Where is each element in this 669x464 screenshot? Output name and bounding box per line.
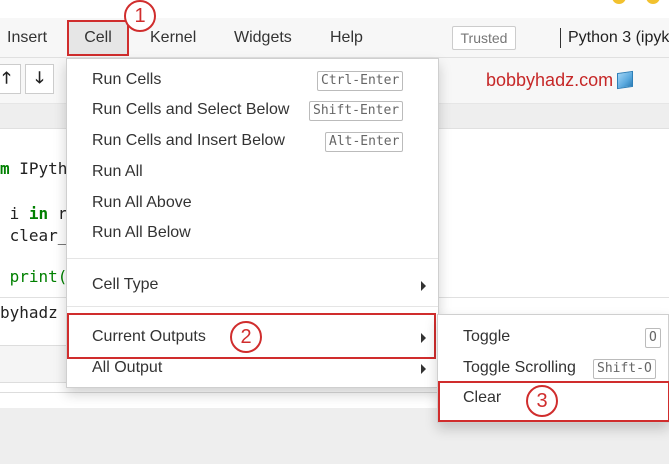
menu-bar: Insert Cell Kernel Widgets Help Trusted … — [0, 18, 669, 58]
code-line: m IPyth — [0, 159, 68, 178]
shortcut-label: Shift-O — [593, 359, 656, 379]
menu-divider — [67, 258, 438, 259]
menu-item-cell-type[interactable]: Cell Type — [92, 276, 158, 294]
menu-item-all-output[interactable]: All Output — [92, 359, 162, 377]
menu-cell[interactable]: Cell — [67, 20, 129, 56]
kernel-indicator[interactable]: Python 3 (ipyk — [568, 18, 669, 58]
cube-icon — [617, 70, 634, 90]
menu-item-run-cells[interactable]: Run Cells — [92, 71, 161, 89]
chevron-right-icon — [421, 333, 426, 343]
trusted-badge[interactable]: Trusted — [452, 26, 516, 50]
shortcut-label: Shift-Enter — [309, 101, 404, 121]
shortcut-label: O — [645, 328, 661, 348]
step-2-badge: 2 — [230, 321, 262, 353]
menu-item-toggle-scrolling[interactable]: Toggle Scrolling — [463, 359, 576, 377]
code-line: print( — [0, 267, 68, 286]
chevron-right-icon — [421, 281, 426, 291]
code-line: i in r — [0, 204, 68, 223]
kernel-separator — [560, 28, 561, 48]
coin-icon — [612, 0, 626, 4]
menu-item-clear[interactable]: Clear — [463, 389, 501, 407]
code-line: clear_ — [0, 226, 68, 245]
chevron-right-icon — [421, 364, 426, 374]
shortcut-label: Ctrl-Enter — [317, 71, 404, 91]
menu-item-current-outputs[interactable]: Current Outputs — [92, 328, 206, 346]
menu-item-run-cells-insert-below[interactable]: Run Cells and Insert Below — [92, 132, 285, 150]
menu-help[interactable]: Help — [330, 18, 363, 58]
top-strip — [0, 0, 669, 18]
move-up-button[interactable]: 🡑 — [0, 64, 21, 94]
shortcut-label: Alt-Enter — [325, 132, 404, 152]
menu-widgets[interactable]: Widgets — [234, 18, 292, 58]
menu-item-toggle[interactable]: Toggle — [463, 328, 510, 346]
menu-item-run-all-below[interactable]: Run All Below — [92, 224, 191, 242]
step-1-badge: 1 — [124, 0, 156, 32]
menu-item-run-all[interactable]: Run All — [92, 163, 143, 181]
cell-output: byhadz — [0, 303, 58, 322]
brand-text: bobbyhadz.com — [486, 70, 614, 90]
menu-insert[interactable]: Insert — [7, 18, 47, 58]
menu-divider — [67, 306, 438, 307]
step-3-badge: 3 — [526, 385, 558, 417]
arrow-up-icon: 🡑 — [2, 70, 11, 87]
arrow-down-icon: 🡓 — [35, 70, 44, 87]
menu-item-run-all-above[interactable]: Run All Above — [92, 194, 192, 212]
move-down-button[interactable]: 🡓 — [25, 64, 54, 94]
coin-icon — [646, 0, 660, 4]
brand-watermark: bobbyhadz.com — [486, 70, 634, 91]
menu-item-run-cells-select-below[interactable]: Run Cells and Select Below — [92, 101, 289, 119]
menu-kernel[interactable]: Kernel — [150, 18, 196, 58]
